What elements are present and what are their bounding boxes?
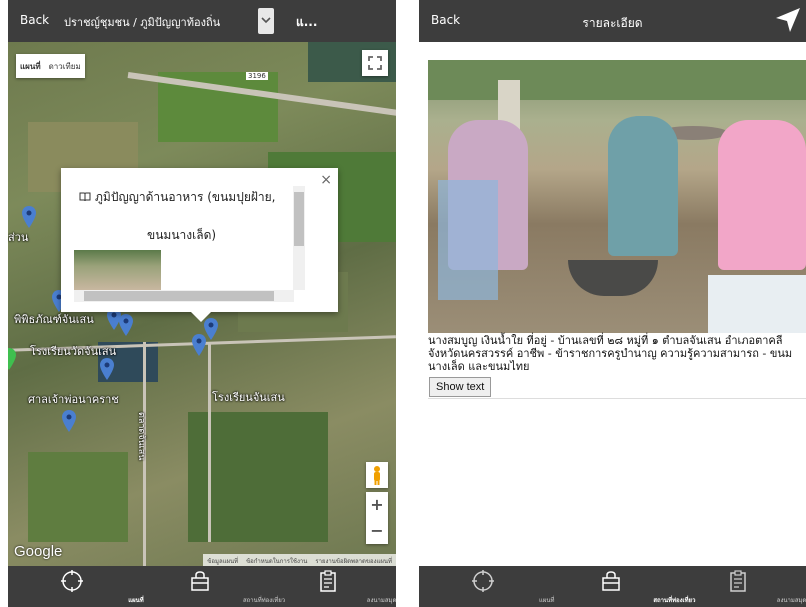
map-type-map[interactable]: แผนที่ [16, 54, 45, 78]
clipboard-icon [730, 570, 746, 592]
navigation-arrow-icon[interactable] [774, 6, 802, 34]
crosshair-icon [471, 570, 494, 592]
attribution-report[interactable]: รายงานข้อผิดพลาดของแผนที่ [311, 554, 396, 566]
more-menu[interactable]: แ... [296, 13, 317, 32]
bottom-tab-bar: แผนที่ สถานที่ท่องเที่ยว ลงนามสมุดเยี่ยม… [419, 566, 806, 607]
top-bar: Back ปราชญ์ชุมชน / ภูมิปัญญาท้องถิ่น แ..… [8, 0, 396, 42]
tab-attractions[interactable]: สถานที่ท่องเที่ยว [547, 566, 695, 607]
tab-map[interactable]: แผนที่ [8, 566, 144, 607]
popup-tail [191, 312, 211, 322]
zoom-in-button[interactable]: + [366, 492, 388, 518]
scrollbar-thumb[interactable] [294, 192, 304, 246]
map-label-road: ตลาดจันเสน [136, 412, 146, 461]
page-title: รายละเอียด [582, 16, 643, 30]
map-screen: Back ปราชญ์ชุมชน / ภูมิปัญญาท้องถิ่น แ..… [8, 0, 396, 607]
tab-guestbook[interactable]: ลงนามสมุดเยี่ยมชม [264, 566, 396, 607]
photo-tray [708, 275, 806, 333]
attribution-terms[interactable]: ข้อกำหนดในการใช้งาน [242, 554, 311, 566]
map-pin-green-icon[interactable] [8, 348, 16, 370]
map-pin-icon[interactable] [119, 314, 133, 336]
tab-guestbook-label: ลงนามสมุดเยี่ยมชม [366, 597, 396, 604]
street-view-pegman-icon[interactable] [366, 462, 388, 488]
photo-person-right [718, 120, 806, 270]
show-text-button[interactable]: Show text [429, 377, 492, 397]
crosshair-icon [61, 570, 84, 592]
map-label-school2: โรงเรียนจันเสน [212, 391, 285, 404]
photo-wok [568, 260, 658, 296]
top-bar: Back รายละเอียด [419, 0, 806, 42]
map-field [28, 452, 128, 542]
photo-chair [438, 180, 498, 300]
fullscreen-icon[interactable] [362, 50, 388, 76]
category-select[interactable]: ปราชญ์ชุมชน / ภูมิปัญญาท้องถิ่น [64, 13, 220, 31]
horizontal-scrollbar[interactable] [74, 290, 294, 302]
map-pin-icon[interactable] [100, 358, 114, 380]
tab-map[interactable]: แผนที่ [419, 566, 554, 607]
google-logo: Google [14, 543, 63, 560]
book-icon [79, 192, 91, 202]
map-type-control: แผนที่ ดาวเทียม [16, 54, 85, 78]
tab-guestbook-label: ลงนามสมุดเยี่ยมชม [776, 597, 806, 604]
popup-thumbnail [74, 250, 161, 290]
close-icon[interactable]: × [320, 172, 332, 188]
popup-title-line1: ภูมิปัญญาด้านอาหาร (ขนมปุยฝ้าย, [79, 188, 275, 207]
chevron-down-icon[interactable] [258, 8, 274, 34]
popup-title-line2: ขนมนางเล็ด) [147, 228, 217, 242]
zoom-control: + − [366, 492, 388, 544]
map-attribution: ข้อมูลแผนที่ ข้อกำหนดในการใช้งาน รายงานข… [203, 554, 396, 566]
vertical-scrollbar[interactable] [293, 186, 305, 290]
divider [428, 398, 806, 399]
detail-photo [428, 60, 806, 333]
photo-tree [428, 60, 806, 100]
map-pin-icon[interactable] [22, 206, 36, 228]
map-info-window[interactable]: × ภูมิปัญญาด้านอาหาร (ขนมปุยฝ้าย, ขนมนาง… [61, 168, 338, 322]
photo-person-center [608, 116, 678, 256]
map-label-partial: ส่วน [8, 231, 29, 244]
local-road [208, 342, 211, 542]
map-view[interactable]: 3196 ส่วน พิพิธภัณฑ์จันเสน โรงเรียนวัดจั… [8, 42, 396, 566]
road-shield: 3196 [246, 72, 268, 80]
map-label-shrine: ศาลเจ้าพ่อนาคราช [28, 393, 119, 406]
bottom-tab-bar: แผนที่ สถานที่ท่องเที่ยว ลงนามสมุดเยี่ยม… [8, 566, 396, 607]
tab-attractions[interactable]: สถานที่ท่องเที่ยว [136, 566, 285, 607]
store-icon [601, 571, 620, 591]
map-type-satellite[interactable]: ดาวเทียม [45, 54, 85, 78]
store-icon [191, 571, 209, 591]
popup-text-line1: ภูมิปัญญาด้านอาหาร (ขนมปุยฝ้าย, [95, 190, 276, 204]
map-label-museum: พิพิธภัณฑ์จันเสน [14, 313, 94, 326]
tab-guestbook[interactable]: ลงนามสมุดเยี่ยมชม [674, 566, 806, 607]
attribution-map-data[interactable]: ข้อมูลแผนที่ [203, 554, 242, 566]
back-button[interactable]: Back [20, 13, 49, 27]
scrollbar-thumb[interactable] [84, 291, 274, 301]
detail-screen: Back รายละเอียด นางสมบูญ เงินน้ำใย ที่อย… [419, 0, 806, 607]
zoom-out-button[interactable]: − [366, 518, 388, 544]
detail-description: นางสมบูญ เงินน้ำใย ที่อยู่ - บ้านเลขที่ … [428, 334, 793, 373]
map-pin-icon[interactable] [62, 410, 76, 432]
clipboard-icon [320, 570, 336, 592]
